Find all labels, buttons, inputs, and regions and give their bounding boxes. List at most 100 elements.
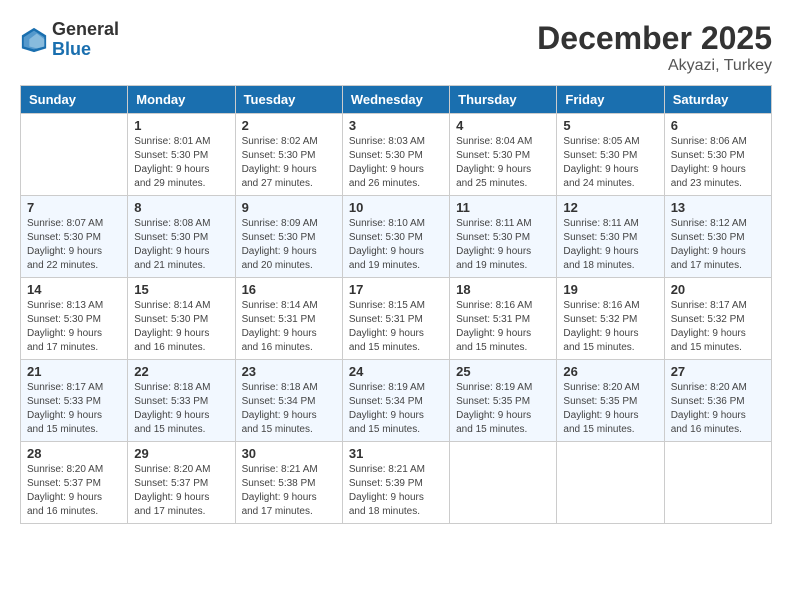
day-number: 8 [134, 200, 228, 215]
calendar-cell: 14 Sunrise: 8:13 AMSunset: 5:30 PMDayligh… [21, 278, 128, 360]
day-number: 20 [671, 282, 765, 297]
cell-info: Sunrise: 8:02 AMSunset: 5:30 PMDaylight:… [242, 135, 336, 191]
day-number: 4 [456, 118, 550, 133]
cell-info: Sunrise: 8:04 AMSunset: 5:30 PMDaylight:… [456, 135, 550, 191]
day-number: 28 [27, 446, 121, 461]
cell-info: Sunrise: 8:15 AMSunset: 5:31 PMDaylight:… [349, 299, 443, 355]
calendar-cell: 1 Sunrise: 8:01 AMSunset: 5:30 PMDaylight… [128, 114, 235, 196]
day-number: 11 [456, 200, 550, 215]
cell-info: Sunrise: 8:20 AMSunset: 5:35 PMDaylight:… [563, 381, 657, 437]
calendar-cell: 31 Sunrise: 8:21 AMSunset: 5:39 PMDayligh… [342, 442, 449, 524]
weekday-header-row: SundayMondayTuesdayWednesdayThursdayFrid… [21, 86, 772, 114]
calendar-cell: 11 Sunrise: 8:11 AMSunset: 5:30 PMDayligh… [450, 196, 557, 278]
cell-info: Sunrise: 8:11 AMSunset: 5:30 PMDaylight:… [563, 217, 657, 273]
day-number: 24 [349, 364, 443, 379]
calendar-cell: 20 Sunrise: 8:17 AMSunset: 5:32 PMDayligh… [664, 278, 771, 360]
day-number: 14 [27, 282, 121, 297]
day-number: 30 [242, 446, 336, 461]
cell-info: Sunrise: 8:16 AMSunset: 5:32 PMDaylight:… [563, 299, 657, 355]
day-number: 31 [349, 446, 443, 461]
weekday-header-monday: Monday [128, 86, 235, 114]
weekday-header-friday: Friday [557, 86, 664, 114]
cell-info: Sunrise: 8:21 AMSunset: 5:39 PMDaylight:… [349, 463, 443, 519]
day-number: 25 [456, 364, 550, 379]
day-number: 26 [563, 364, 657, 379]
cell-info: Sunrise: 8:16 AMSunset: 5:31 PMDaylight:… [456, 299, 550, 355]
day-number: 1 [134, 118, 228, 133]
cell-info: Sunrise: 8:19 AMSunset: 5:35 PMDaylight:… [456, 381, 550, 437]
calendar-cell: 30 Sunrise: 8:21 AMSunset: 5:38 PMDayligh… [235, 442, 342, 524]
cell-info: Sunrise: 8:21 AMSunset: 5:38 PMDaylight:… [242, 463, 336, 519]
cell-info: Sunrise: 8:19 AMSunset: 5:34 PMDaylight:… [349, 381, 443, 437]
cell-info: Sunrise: 8:14 AMSunset: 5:31 PMDaylight:… [242, 299, 336, 355]
calendar-week-3: 14 Sunrise: 8:13 AMSunset: 5:30 PMDayligh… [21, 278, 772, 360]
calendar-cell: 16 Sunrise: 8:14 AMSunset: 5:31 PMDayligh… [235, 278, 342, 360]
cell-info: Sunrise: 8:08 AMSunset: 5:30 PMDaylight:… [134, 217, 228, 273]
calendar-cell: 3 Sunrise: 8:03 AMSunset: 5:30 PMDaylight… [342, 114, 449, 196]
cell-info: Sunrise: 8:11 AMSunset: 5:30 PMDaylight:… [456, 217, 550, 273]
logo-name: General [52, 20, 119, 40]
calendar-cell [21, 114, 128, 196]
calendar-cell: 21 Sunrise: 8:17 AMSunset: 5:33 PMDayligh… [21, 360, 128, 442]
calendar-week-1: 1 Sunrise: 8:01 AMSunset: 5:30 PMDaylight… [21, 114, 772, 196]
cell-info: Sunrise: 8:01 AMSunset: 5:30 PMDaylight:… [134, 135, 228, 191]
cell-info: Sunrise: 8:10 AMSunset: 5:30 PMDaylight:… [349, 217, 443, 273]
day-number: 27 [671, 364, 765, 379]
calendar-cell: 12 Sunrise: 8:11 AMSunset: 5:30 PMDayligh… [557, 196, 664, 278]
day-number: 7 [27, 200, 121, 215]
calendar-cell: 4 Sunrise: 8:04 AMSunset: 5:30 PMDaylight… [450, 114, 557, 196]
calendar-cell: 23Sunrise: 8:18 AMSunset: 5:34 PMDayligh… [235, 360, 342, 442]
calendar-cell: 7Sunrise: 8:07 AMSunset: 5:30 PMDaylight… [21, 196, 128, 278]
cell-info: Sunrise: 8:06 AMSunset: 5:30 PMDaylight:… [671, 135, 765, 191]
weekday-header-thursday: Thursday [450, 86, 557, 114]
cell-info: Sunrise: 8:17 AMSunset: 5:33 PMDaylight:… [27, 381, 121, 437]
day-number: 12 [563, 200, 657, 215]
calendar-cell [450, 442, 557, 524]
cell-info: Sunrise: 8:14 AMSunset: 5:30 PMDaylight:… [134, 299, 228, 355]
calendar-week-4: 21 Sunrise: 8:17 AMSunset: 5:33 PMDayligh… [21, 360, 772, 442]
calendar-cell: 8 Sunrise: 8:08 AMSunset: 5:30 PMDaylight… [128, 196, 235, 278]
logo: General Blue [20, 20, 119, 60]
cell-info: Sunrise: 8:13 AMSunset: 5:30 PMDaylight:… [27, 299, 121, 355]
cell-info: Sunrise: 8:05 AMSunset: 5:30 PMDaylight:… [563, 135, 657, 191]
day-number: 9 [242, 200, 336, 215]
day-number: 15 [134, 282, 228, 297]
calendar-cell: 6 Sunrise: 8:06 AMSunset: 5:30 PMDaylight… [664, 114, 771, 196]
weekday-header-sunday: Sunday [21, 86, 128, 114]
month-title: December 2025 [537, 20, 772, 57]
calendar-cell: 2Sunrise: 8:02 AMSunset: 5:30 PMDaylight… [235, 114, 342, 196]
cell-info: Sunrise: 8:09 AMSunset: 5:30 PMDaylight:… [242, 217, 336, 273]
calendar-cell: 26 Sunrise: 8:20 AMSunset: 5:35 PMDayligh… [557, 360, 664, 442]
calendar-cell: 24 Sunrise: 8:19 AMSunset: 5:34 PMDayligh… [342, 360, 449, 442]
day-number: 21 [27, 364, 121, 379]
calendar-cell [557, 442, 664, 524]
cell-info: Sunrise: 8:18 AMSunset: 5:34 PMDaylight:… [242, 381, 336, 437]
logo-icon [20, 26, 48, 54]
calendar-cell: 13Sunrise: 8:12 AMSunset: 5:30 PMDayligh… [664, 196, 771, 278]
calendar-cell: 25 Sunrise: 8:19 AMSunset: 5:35 PMDayligh… [450, 360, 557, 442]
day-number: 29 [134, 446, 228, 461]
calendar-cell: 9 Sunrise: 8:09 AMSunset: 5:30 PMDaylight… [235, 196, 342, 278]
calendar-cell: 28Sunrise: 8:20 AMSunset: 5:37 PMDayligh… [21, 442, 128, 524]
day-number: 3 [349, 118, 443, 133]
day-number: 19 [563, 282, 657, 297]
calendar-cell [664, 442, 771, 524]
cell-info: Sunrise: 8:17 AMSunset: 5:32 PMDaylight:… [671, 299, 765, 355]
title-block: December 2025 Akyazi, Turkey [537, 20, 772, 75]
calendar-cell: 5 Sunrise: 8:05 AMSunset: 5:30 PMDaylight… [557, 114, 664, 196]
weekday-header-tuesday: Tuesday [235, 86, 342, 114]
day-number: 22 [134, 364, 228, 379]
day-number: 10 [349, 200, 443, 215]
cell-info: Sunrise: 8:20 AMSunset: 5:37 PMDaylight:… [134, 463, 228, 519]
weekday-header-saturday: Saturday [664, 86, 771, 114]
logo-blue: Blue [52, 40, 119, 60]
cell-info: Sunrise: 8:12 AMSunset: 5:30 PMDaylight:… [671, 217, 765, 273]
day-number: 5 [563, 118, 657, 133]
weekday-header-wednesday: Wednesday [342, 86, 449, 114]
calendar-table: SundayMondayTuesdayWednesdayThursdayFrid… [20, 85, 772, 524]
calendar-cell: 17Sunrise: 8:15 AMSunset: 5:31 PMDayligh… [342, 278, 449, 360]
calendar-week-2: 7Sunrise: 8:07 AMSunset: 5:30 PMDaylight… [21, 196, 772, 278]
cell-info: Sunrise: 8:03 AMSunset: 5:30 PMDaylight:… [349, 135, 443, 191]
day-number: 6 [671, 118, 765, 133]
day-number: 16 [242, 282, 336, 297]
